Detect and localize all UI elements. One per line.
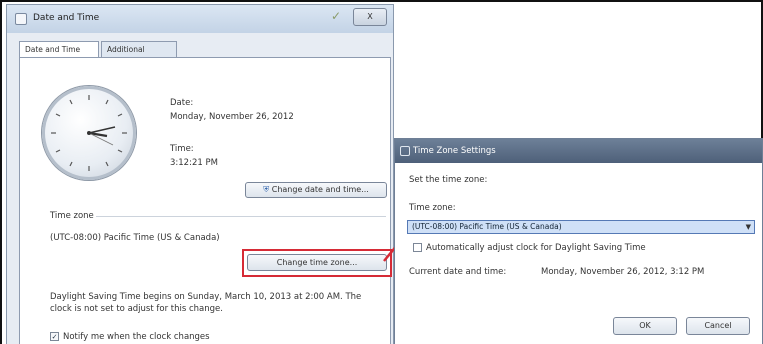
tz-dialog-title: Time Zone Settings: [413, 146, 496, 156]
time-zone-settings-dialog: Time Zone Settings Set the time zone: Ti…: [394, 138, 763, 344]
current-datetime-label: Current date and time:: [409, 267, 507, 277]
tz-instruction: Set the time zone:: [409, 175, 488, 185]
cancel-button[interactable]: Cancel: [686, 317, 750, 335]
auto-dst-label: Automatically adjust clock for Daylight …: [426, 243, 646, 253]
timezone-dropdown[interactable]: (UTC-08:00) Pacific Time (US & Canada) ▼: [407, 220, 755, 234]
tz-title-bar: Time Zone Settings: [395, 139, 762, 163]
timezone-dropdown-value: (UTC-08:00) Pacific Time (US & Canada): [412, 222, 562, 231]
auto-dst-checkbox[interactable]: [413, 243, 422, 252]
tz-field-label: Time zone:: [409, 203, 456, 213]
chevron-down-icon: ▼: [745, 223, 751, 231]
tz-window-icon: [400, 146, 410, 156]
current-datetime-value: Monday, November 26, 2012, 3:12 PM: [541, 267, 705, 277]
ok-button[interactable]: OK: [613, 317, 677, 335]
